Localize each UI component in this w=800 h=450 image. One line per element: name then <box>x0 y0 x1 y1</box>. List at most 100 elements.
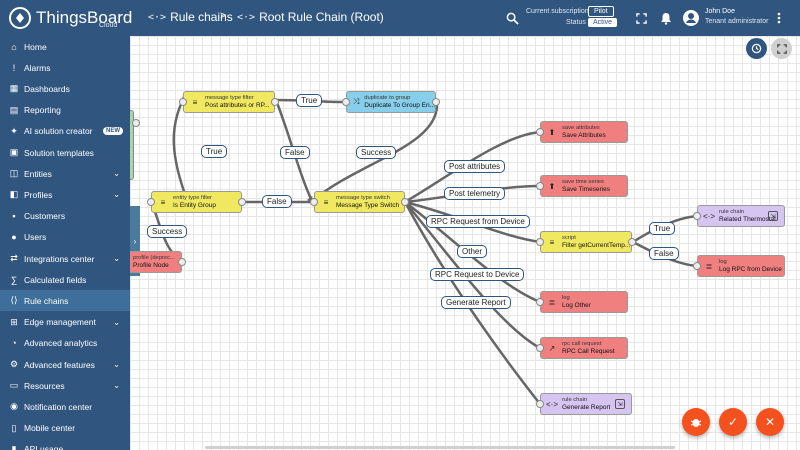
sidebar-item-label: Advanced features <box>24 359 95 370</box>
rule-chain-icon: <·> <box>237 11 256 23</box>
node-in-port[interactable] <box>536 182 544 190</box>
link-label-success[interactable]: Success <box>356 146 397 159</box>
node-name-label: Filter getCurrentTemp... <box>562 241 631 249</box>
link-label-true[interactable]: True <box>649 222 676 235</box>
sidebar-item-reporting[interactable]: ▤ Reporting <box>0 100 130 121</box>
node-in-port[interactable] <box>179 98 187 106</box>
open-rule-chain-icon[interactable]: ⇲ <box>768 211 778 221</box>
node-out-port[interactable] <box>271 98 279 106</box>
node-rule-chain-report[interactable]: <·> rule chain Generate Report ⇲ <box>536 393 632 415</box>
sidebar-item-calculated-fields[interactable]: ∑ Calculated fields <box>0 269 130 290</box>
link-label-true[interactable]: True <box>201 145 228 158</box>
sidebar-item-edge-management[interactable]: ⊞ Edge management ⌄ <box>0 312 130 333</box>
node-rpc-call-request[interactable]: ↗ rpc call request RPC Call Request <box>536 337 628 359</box>
link-label-post-attributes[interactable]: Post attributes <box>444 160 506 173</box>
node-script-filter[interactable]: ≡ script Filter getCurrentTemp... <box>536 231 636 253</box>
sidebar-item-integrations-center[interactable]: ⇄ Integrations center ⌄ <box>0 248 130 269</box>
node-log-rpc[interactable]: ≣ log Log RPC from Device <box>693 255 785 277</box>
link-label-generate-report[interactable]: Generate Report <box>441 296 511 309</box>
fullscreen-icon[interactable] <box>632 9 650 27</box>
node-message-type-switch[interactable]: ≡ message type switch Message Type Switch <box>310 191 409 213</box>
node-save-attributes[interactable]: ⬆ save attributes Save Attributes <box>536 121 628 143</box>
node-rule-chain-thermostat[interactable]: <·> rule chain Related Thermostat ⇲ <box>693 205 785 227</box>
profiles-icon: ◧ <box>9 189 19 200</box>
sidebar-item-customers[interactable]: ▪ Customers <box>0 206 130 227</box>
status-badge: Active <box>588 18 618 27</box>
node-log-other[interactable]: ≣ log Log Other <box>536 291 628 313</box>
subscription-plan-badge[interactable]: Pilot <box>588 6 614 17</box>
version-history-button[interactable] <box>746 38 767 59</box>
link-label-false[interactable]: False <box>280 146 310 159</box>
node-name-label: Duplicate To Group En... <box>364 101 435 109</box>
node-out-port[interactable] <box>178 258 186 266</box>
sidebar-item-home[interactable]: ⌂ Home <box>0 36 130 57</box>
link-label-rpc-to-device[interactable]: RPC Request to Device <box>430 268 525 281</box>
sidebar-item-users[interactable]: ● Users <box>0 227 130 248</box>
node-in-port[interactable] <box>693 262 701 270</box>
link-label-false[interactable]: False <box>649 247 679 260</box>
node-out-port[interactable] <box>132 119 140 127</box>
link-label-other[interactable]: Other <box>457 245 488 258</box>
link-label-false[interactable]: False <box>262 195 292 208</box>
sidebar-item-advanced-features[interactable]: ⚙ Advanced features ⌄ <box>0 354 130 375</box>
sidebar-item-rule-chains[interactable]: ⟨⟩ Rule chains <box>0 290 130 312</box>
sidebar-item-resources[interactable]: ▭ Resources ⌄ <box>0 375 130 396</box>
chevron-down-icon[interactable]: ⌄ <box>113 381 120 390</box>
apply-changes-button[interactable]: ✓ <box>719 408 747 436</box>
fullscreen-canvas-button[interactable] <box>771 38 792 59</box>
node-in-port[interactable] <box>310 198 318 206</box>
node-entity-type-filter[interactable]: ≡ entity type filter Is Entity Group <box>147 191 246 213</box>
horizontal-scrollbar[interactable] <box>205 446 675 449</box>
node-message-type-filter[interactable]: ≡ message type filter Post attributes or … <box>179 91 279 113</box>
open-rule-chain-icon[interactable]: ⇲ <box>615 399 625 409</box>
chevron-down-icon[interactable]: ⌄ <box>113 190 120 199</box>
node-in-port[interactable] <box>536 400 544 408</box>
sidebar-item-label: Users <box>24 232 47 243</box>
node-in-port[interactable] <box>536 344 544 352</box>
node-device-profile[interactable]: profile (deprec... Profile Node <box>130 251 186 273</box>
node-type-label: script <box>562 234 576 241</box>
node-out-port[interactable] <box>432 98 440 106</box>
node-in-port[interactable] <box>536 298 544 306</box>
node-in-port[interactable] <box>147 198 155 206</box>
node-out-port[interactable] <box>238 198 246 206</box>
call-made-icon: ↗ <box>548 343 556 353</box>
link-label-true[interactable]: True <box>296 94 323 107</box>
search-icon[interactable] <box>503 9 521 27</box>
link-label-rpc-from-device[interactable]: RPC Request from Device <box>426 215 530 228</box>
sidebar-item-notification-center[interactable]: ◉ Notification center <box>0 396 130 417</box>
sidebar-item-dashboards[interactable]: ▦ Dashboards <box>0 78 130 99</box>
chevron-down-icon[interactable]: ⌄ <box>113 169 120 178</box>
filter-icon: ≡ <box>323 197 329 207</box>
edge-icon: ⊞ <box>10 316 18 327</box>
sidebar-item-entities[interactable]: ◫ Entities ⌄ <box>0 163 130 184</box>
node-out-port[interactable] <box>401 198 409 206</box>
link-label-success[interactable]: Success <box>147 225 188 238</box>
sidebar-item-profiles[interactable]: ◧ Profiles ⌄ <box>0 184 130 205</box>
discard-changes-button[interactable]: ✕ <box>756 408 784 436</box>
sidebar-item-ai-solution-creator[interactable]: ✦ AI solution creator NEW <box>0 121 130 142</box>
rule-chain-canvas[interactable]: › ≡ message type filter Post attributes o… <box>130 36 800 450</box>
node-in-port[interactable] <box>342 98 350 106</box>
sidebar-item-advanced-analytics[interactable]: ◔ Advanced analytics <box>0 333 130 354</box>
account-avatar-icon[interactable] <box>682 9 700 27</box>
node-out-port[interactable] <box>628 238 636 246</box>
node-in-port[interactable] <box>536 238 544 246</box>
sidebar-item-solution-templates[interactable]: ▣ Solution templates <box>0 142 130 163</box>
chevron-down-icon[interactable]: ⌄ <box>113 254 120 263</box>
sidebar-item-api-usage[interactable]: ▮ API usage <box>0 439 130 450</box>
debug-button[interactable] <box>682 408 710 436</box>
node-save-timeseries[interactable]: ⬆ save time series Save Timeseries <box>536 175 628 197</box>
node-duplicate-to-group[interactable]: ⤨ duplicate to group Duplicate To Group E… <box>342 91 440 113</box>
link-label-post-telemetry[interactable]: Post telemetry <box>444 187 506 200</box>
sidebar-item-label: Solution templates <box>24 147 94 158</box>
notifications-bell-icon[interactable] <box>657 9 675 27</box>
node-in-port[interactable] <box>536 128 544 136</box>
chevron-down-icon[interactable]: ⌄ <box>113 318 120 327</box>
sidebar-item-mobile-center[interactable]: ▯ Mobile center <box>0 418 130 439</box>
chevron-down-icon[interactable]: ⌄ <box>113 360 120 369</box>
sidebar-item-label: Mobile center <box>24 423 76 434</box>
sidebar-item-alarms[interactable]: ! Alarms <box>0 57 130 78</box>
node-in-port[interactable] <box>693 212 701 220</box>
more-vert-icon[interactable] <box>770 9 788 27</box>
